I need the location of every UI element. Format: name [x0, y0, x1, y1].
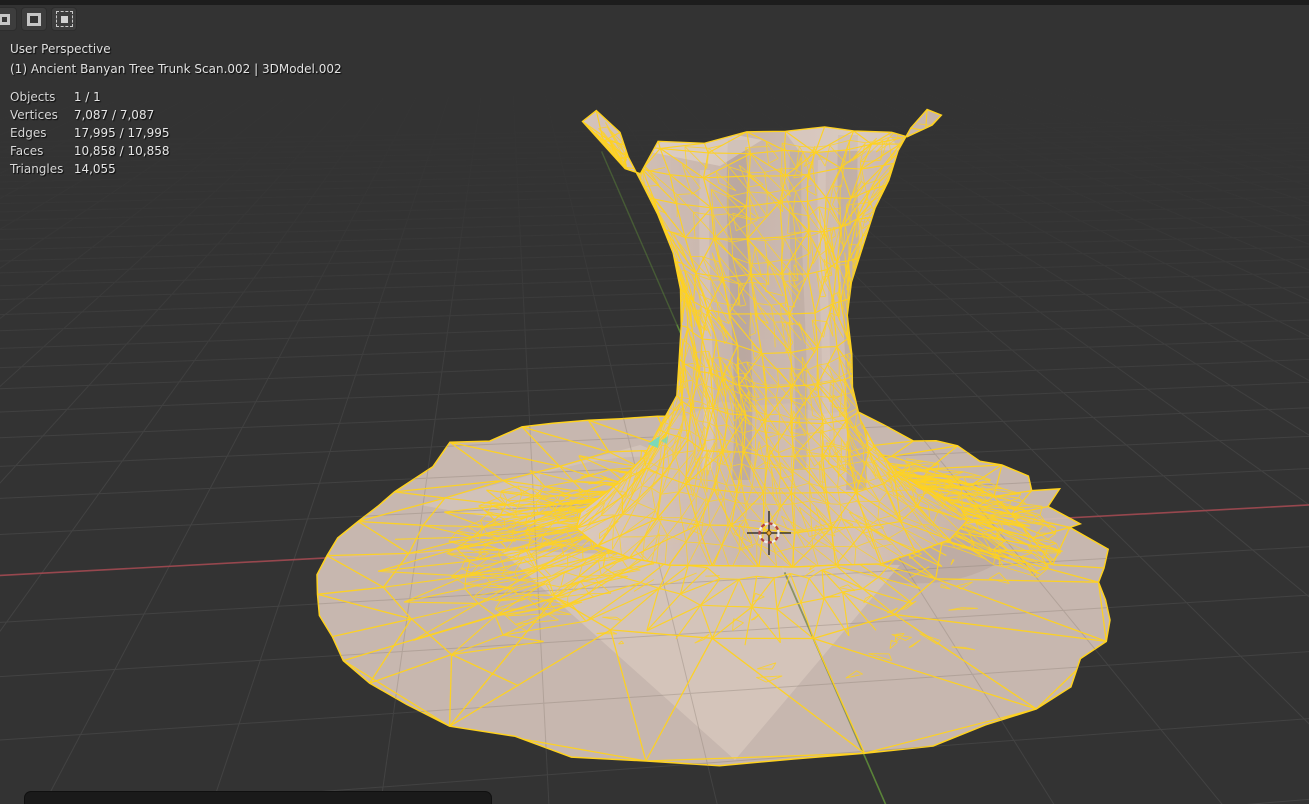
- edge-select-icon[interactable]: [21, 7, 47, 31]
- 3d-viewport[interactable]: [0, 0, 1309, 804]
- vertex-select-glyph: [0, 13, 10, 25]
- stat-row: Vertices 7,087 / 7,087: [10, 108, 155, 122]
- stat-row: Faces 10,858 / 10,858: [10, 144, 170, 158]
- stat-row: Objects 1 / 1: [10, 90, 101, 104]
- stat-row: Triangles 14,055: [10, 162, 116, 176]
- edge-select-glyph: [27, 12, 41, 26]
- face-select-glyph: [55, 11, 73, 27]
- active-object-info: (1) Ancient Banyan Tree Trunk Scan.002 |…: [10, 62, 342, 76]
- operator-panel-collapsed[interactable]: [24, 791, 492, 804]
- view-perspective-label: User Perspective: [10, 42, 111, 56]
- window-top-edge: [0, 0, 1309, 5]
- scene-statistics: Objects 1 / 1 Vertices 7,087 / 7,087 Edg…: [10, 90, 169, 180]
- stat-row: Edges 17,995 / 17,995: [10, 126, 170, 140]
- vertex-select-icon[interactable]: [0, 7, 17, 31]
- blender-3d-viewport-window: User Perspective (1) Ancient Banyan Tree…: [0, 0, 1309, 804]
- face-select-icon[interactable]: [51, 7, 77, 31]
